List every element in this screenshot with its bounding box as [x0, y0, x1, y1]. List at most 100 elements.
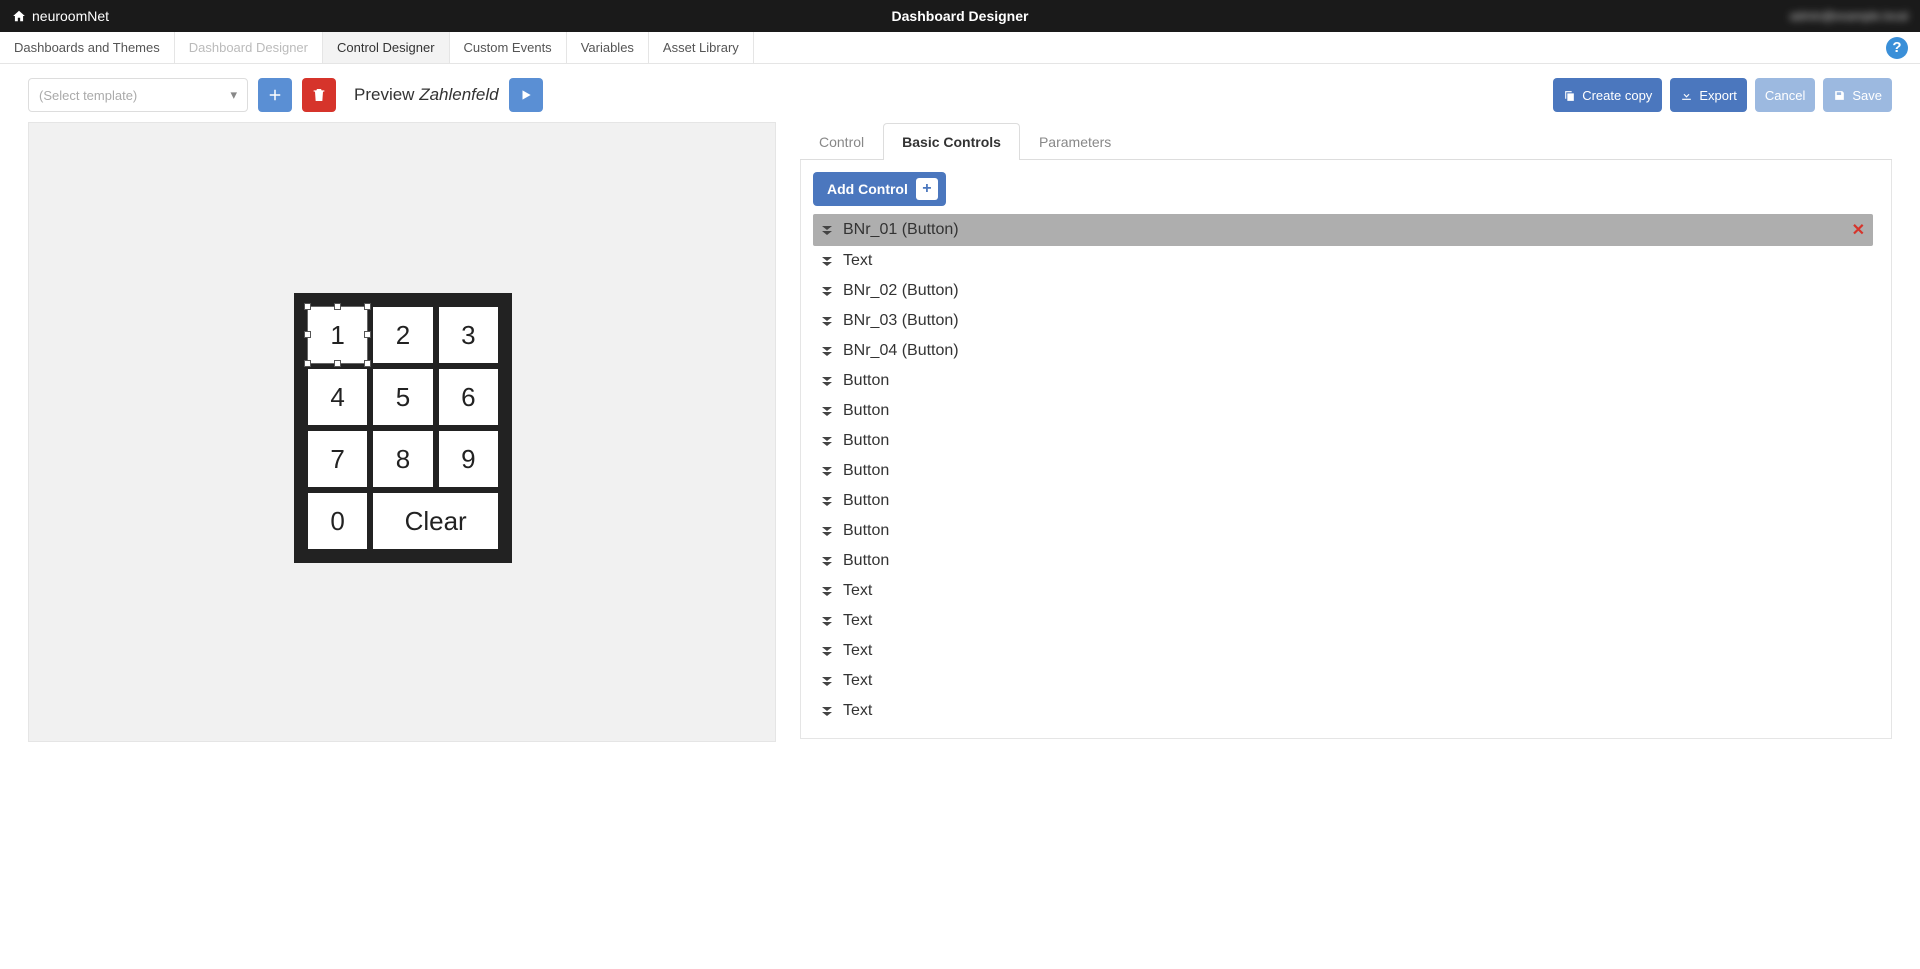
menu-tab-5[interactable]: Asset Library	[649, 32, 754, 63]
menu-tab-0[interactable]: Dashboards and Themes	[0, 32, 175, 63]
control-row[interactable]: BNr_02 (Button)	[813, 276, 1873, 306]
resize-handle-sw[interactable]	[304, 360, 311, 367]
expand-icon[interactable]	[821, 314, 833, 328]
menu-tab-3[interactable]: Custom Events	[450, 32, 567, 63]
resize-handle-ne[interactable]	[364, 303, 371, 310]
expand-icon[interactable]	[821, 554, 833, 568]
template-select[interactable]: (Select template) ▾	[28, 78, 248, 112]
expand-icon[interactable]	[821, 344, 833, 358]
keypad-key-9[interactable]: 9	[439, 431, 498, 487]
delete-button[interactable]	[302, 78, 336, 112]
canvas[interactable]: 123 456 789 0Clear	[28, 122, 776, 742]
resize-handle-n[interactable]	[334, 303, 341, 310]
user-label[interactable]: admin@example.local	[1790, 9, 1908, 23]
control-row[interactable]: Text	[813, 666, 1873, 696]
control-row[interactable]: Button	[813, 396, 1873, 426]
home-icon	[12, 9, 26, 23]
control-label: BNr_04 (Button)	[843, 342, 959, 360]
control-row[interactable]: BNr_04 (Button)	[813, 336, 1873, 366]
expand-icon[interactable]	[821, 434, 833, 448]
keypad-key-0[interactable]: 0	[308, 493, 367, 549]
expand-icon[interactable]	[821, 614, 833, 628]
help-button[interactable]: ?	[1874, 32, 1920, 63]
control-row[interactable]: Button	[813, 456, 1873, 486]
control-row[interactable]: Button	[813, 486, 1873, 516]
keypad-key-3[interactable]: 3	[439, 307, 498, 363]
expand-icon[interactable]	[821, 284, 833, 298]
help-icon: ?	[1886, 37, 1908, 59]
resize-handle-se[interactable]	[364, 360, 371, 367]
delete-control-icon[interactable]: ✕	[1852, 220, 1865, 240]
expand-icon[interactable]	[821, 223, 833, 237]
control-list[interactable]: BNr_01 (Button) ✕ Text BNr_02 (Button) BNr_0…	[813, 214, 1879, 726]
expand-icon[interactable]	[821, 374, 833, 388]
control-label: Text	[843, 672, 872, 690]
menu-tab-2[interactable]: Control Designer	[323, 32, 450, 63]
expand-icon[interactable]	[821, 254, 833, 268]
keypad-key-5[interactable]: 5	[373, 369, 432, 425]
control-row[interactable]: Text	[813, 636, 1873, 666]
expand-icon[interactable]	[821, 584, 833, 598]
control-row[interactable]: Button	[813, 426, 1873, 456]
expand-icon[interactable]	[821, 404, 833, 418]
keypad-key-1[interactable]: 1	[308, 307, 367, 363]
control-row[interactable]: BNr_01 (Button) ✕	[813, 214, 1873, 246]
expand-icon[interactable]	[821, 674, 833, 688]
expand-icon[interactable]	[821, 524, 833, 538]
caret-down-icon: ▾	[230, 87, 237, 103]
control-label: Button	[843, 552, 889, 570]
keypad-key-7[interactable]: 7	[308, 431, 367, 487]
keypad-control: 123 456 789 0Clear	[294, 293, 512, 563]
control-row[interactable]: Button	[813, 516, 1873, 546]
keypad-key-8[interactable]: 8	[373, 431, 432, 487]
control-row[interactable]: BNr_03 (Button)	[813, 306, 1873, 336]
control-label: Button	[843, 522, 889, 540]
expand-icon[interactable]	[821, 704, 833, 718]
add-button[interactable]	[258, 78, 292, 112]
control-row[interactable]: Text	[813, 696, 1873, 726]
side-tab-1[interactable]: Basic Controls	[883, 123, 1020, 160]
resize-handle-nw[interactable]	[304, 303, 311, 310]
control-row[interactable]: Text	[813, 606, 1873, 636]
add-control-button[interactable]: Add Control +	[813, 172, 946, 206]
control-label: Text	[843, 252, 872, 270]
brand-label: neuroomNet	[32, 8, 109, 24]
resize-handle-w[interactable]	[304, 331, 311, 338]
side-tab-0[interactable]: Control	[800, 123, 883, 160]
brand[interactable]: neuroomNet	[12, 8, 109, 24]
control-row[interactable]: Button	[813, 366, 1873, 396]
side-tab-2[interactable]: Parameters	[1020, 123, 1130, 160]
toolbar: (Select template) ▾ Preview Zahlenfeld C…	[0, 64, 1920, 122]
keypad-key-4[interactable]: 4	[308, 369, 367, 425]
control-label: Button	[843, 492, 889, 510]
keypad-key-6[interactable]: 6	[439, 369, 498, 425]
create-copy-button[interactable]: Create copy	[1553, 78, 1662, 112]
export-button[interactable]: Export	[1670, 78, 1747, 112]
copy-icon	[1563, 89, 1576, 102]
keypad-key-2[interactable]: 2	[373, 307, 432, 363]
control-row[interactable]: Button	[813, 546, 1873, 576]
control-row[interactable]: Text	[813, 246, 1873, 276]
menubar: Dashboards and ThemesDashboard DesignerC…	[0, 32, 1920, 64]
resize-handle-e[interactable]	[364, 331, 371, 338]
control-row[interactable]: Text	[813, 576, 1873, 606]
menu-tab-4[interactable]: Variables	[567, 32, 649, 63]
cancel-button[interactable]: Cancel	[1755, 78, 1815, 112]
resize-handle-s[interactable]	[334, 360, 341, 367]
play-button[interactable]	[509, 78, 543, 112]
expand-icon[interactable]	[821, 644, 833, 658]
topbar: neuroomNet Dashboard Designer admin@exam…	[0, 0, 1920, 32]
control-label: BNr_01 (Button)	[843, 221, 959, 239]
side-panel: ControlBasic ControlsParameters Add Cont…	[800, 122, 1892, 739]
expand-icon[interactable]	[821, 494, 833, 508]
download-icon	[1680, 89, 1693, 102]
template-placeholder: (Select template)	[39, 88, 137, 103]
expand-icon[interactable]	[821, 464, 833, 478]
save-button[interactable]: Save	[1823, 78, 1892, 112]
menu-tab-1[interactable]: Dashboard Designer	[175, 32, 323, 63]
page-title: Dashboard Designer	[892, 8, 1029, 24]
keypad-key-clear[interactable]: Clear	[373, 493, 498, 549]
control-label: Text	[843, 702, 872, 720]
plus-icon: +	[916, 178, 938, 200]
control-label: BNr_03 (Button)	[843, 312, 959, 330]
